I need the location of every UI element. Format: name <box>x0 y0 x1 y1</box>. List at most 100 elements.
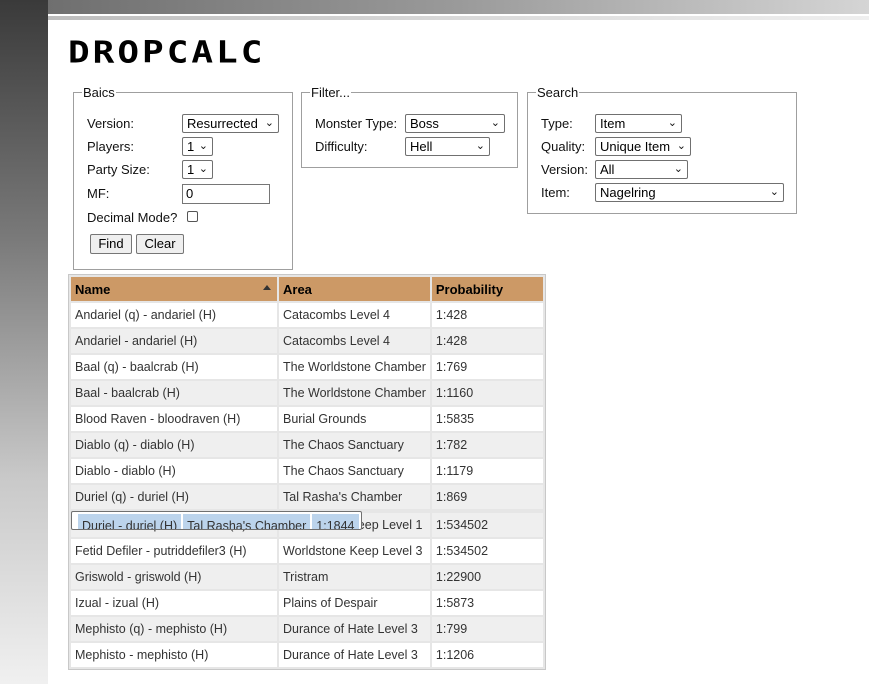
cell-probability: 1:428 <box>431 303 543 327</box>
decimal-mode-label: Decimal Mode? <box>87 210 178 225</box>
top-decor-line <box>48 16 869 20</box>
cell-area: The Worldstone Chamber <box>279 355 430 379</box>
search-version-label: Version: <box>541 162 588 177</box>
app-logo: DROPCALC <box>68 35 266 71</box>
chevron-down-icon: ⌄ <box>490 117 500 129</box>
column-header-area[interactable]: Area <box>279 277 430 301</box>
chevron-down-icon: ⌄ <box>769 186 779 198</box>
basics-legend: Baics <box>83 85 115 100</box>
quality-label: Quality: <box>541 139 586 154</box>
table-row[interactable]: Baal (q) - baalcrab (H) The Worldstone Ch… <box>71 355 543 379</box>
cell-area: The Chaos Sanctuary <box>279 459 430 483</box>
cell-probability: 1:869 <box>431 485 543 509</box>
item-label: Item: <box>541 185 570 200</box>
table-row[interactable]: Mephisto (q) - mephisto (H) Durance of Ha… <box>71 617 543 641</box>
column-header-name[interactable]: Name <box>71 277 277 301</box>
cell-name: Andariel (q) - andariel (H) <box>71 303 277 327</box>
cell-area: Durance of Hate Level 3 <box>279 617 430 641</box>
search-legend: Search <box>537 85 579 100</box>
cell-probability: 1:769 <box>431 355 543 379</box>
cell-probability: 1:534502 <box>431 513 543 537</box>
cell-probability: 1:534502 <box>431 539 543 563</box>
cell-name: Baal - baalcrab (H) <box>71 381 277 405</box>
type-label: Type: <box>541 116 573 131</box>
monster-type-select[interactable]: Boss ⌄ <box>405 114 505 133</box>
column-header-probability[interactable]: Probability <box>431 277 543 301</box>
clear-button[interactable]: Clear <box>136 234 184 254</box>
cell-probability: 1:1160 <box>431 381 543 405</box>
sort-ascending-icon <box>263 285 271 290</box>
players-label: Players: <box>87 139 134 154</box>
version-label: Version: <box>87 116 134 131</box>
table-row[interactable]: Duriel (q) - duriel (H) Tal Rasha's Chamb… <box>71 485 543 509</box>
item-select[interactable]: Nagelring ⌄ <box>595 183 784 202</box>
cell-area: Durance of Hate Level 3 <box>279 643 430 667</box>
chevron-down-icon: ⌄ <box>676 140 686 152</box>
table-row[interactable]: Griswold - griswold (H) Tristram 1:22900 <box>71 565 543 589</box>
table-header-row: Name Area Probability <box>71 277 543 301</box>
version-select[interactable]: Resurrected ⌄ <box>182 114 279 133</box>
cell-area: Tal Rasha's Chamber <box>183 514 311 529</box>
party-size-label: Party Size: <box>87 162 150 177</box>
cell-area: Plains of Despair <box>279 591 430 615</box>
cell-probability: 1:428 <box>431 329 543 353</box>
table-row[interactable]: Duriel - duriel (H) Tal Rasha's Chamber 1:… <box>71 511 362 530</box>
table-row[interactable]: Blood Raven - bloodraven (H) Burial Groun… <box>71 407 543 431</box>
chevron-down-icon: ⌄ <box>673 163 683 175</box>
players-select[interactable]: 1 ⌄ <box>182 137 213 156</box>
chevron-down-icon: ⌄ <box>475 140 485 152</box>
cell-probability: 1:799 <box>431 617 543 641</box>
top-decor-bar <box>48 0 869 14</box>
cell-area: The Chaos Sanctuary <box>279 433 430 457</box>
cell-probability: 1:5835 <box>431 407 543 431</box>
cell-name: Duriel - duriel (H) <box>78 514 182 529</box>
cell-area: The Worldstone Chamber <box>279 381 430 405</box>
chevron-down-icon: ⌄ <box>667 117 677 129</box>
table-row[interactable]: Diablo - diablo (H) The Chaos Sanctuary 1:… <box>71 459 543 483</box>
table-row[interactable]: Andariel (q) - andariel (H) Catacombs Lev… <box>71 303 543 327</box>
find-button[interactable]: Find <box>90 234 132 254</box>
table-row[interactable]: Izual - izual (H) Plains of Despair 1:5873 <box>71 591 543 615</box>
chevron-down-icon: ⌄ <box>198 140 208 152</box>
cell-name: Diablo (q) - diablo (H) <box>71 433 277 457</box>
table-row[interactable]: Mephisto - mephisto (H) Durance of Hate L… <box>71 643 543 667</box>
cell-name: Blood Raven - bloodraven (H) <box>71 407 277 431</box>
quality-select[interactable]: Unique Item ⌄ <box>595 137 691 156</box>
cell-name: Izual - izual (H) <box>71 591 277 615</box>
chevron-down-icon: ⌄ <box>198 163 208 175</box>
cell-name: Baal (q) - baalcrab (H) <box>71 355 277 379</box>
results-table: Name Area Probability Andariel (q) - and… <box>68 274 546 670</box>
filter-legend: Filter... <box>311 85 351 100</box>
cell-name: Duriel (q) - duriel (H) <box>71 485 277 509</box>
cell-name: Mephisto (q) - mephisto (H) <box>71 617 277 641</box>
cell-probability: 1:1206 <box>431 643 543 667</box>
difficulty-select[interactable]: Hell ⌄ <box>405 137 490 156</box>
type-select[interactable]: Item ⌄ <box>595 114 682 133</box>
cell-area: Tal Rasha's Chamber <box>279 485 430 509</box>
cell-probability: 1:5873 <box>431 591 543 615</box>
cell-area: Worldstone Keep Level 3 <box>279 539 430 563</box>
party-size-select[interactable]: 1 ⌄ <box>182 160 213 179</box>
table-row[interactable]: Baal - baalcrab (H) The Worldstone Chambe… <box>71 381 543 405</box>
table-row[interactable]: Andariel - andariel (H) Catacombs Level 4… <box>71 329 543 353</box>
cell-area: Catacombs Level 4 <box>279 303 430 327</box>
cell-area: Catacombs Level 4 <box>279 329 430 353</box>
cell-name: Andariel - andariel (H) <box>71 329 277 353</box>
left-decor-bar <box>0 0 48 684</box>
table-row[interactable]: Fetid Defiler - putriddefiler3 (H)Worlds… <box>71 539 543 563</box>
monster-type-label: Monster Type: <box>315 116 398 131</box>
difficulty-label: Difficulty: <box>315 139 368 154</box>
cell-probability: 1:22900 <box>431 565 543 589</box>
cell-name: Diablo - diablo (H) <box>71 459 277 483</box>
chevron-down-icon: ⌄ <box>264 117 274 129</box>
decimal-mode-checkbox[interactable] <box>187 211 198 222</box>
table-row[interactable]: Diablo (q) - diablo (H) The Chaos Sanctua… <box>71 433 543 457</box>
cell-probability: 1:782 <box>431 433 543 457</box>
mf-label: MF: <box>87 186 110 201</box>
search-version-select[interactable]: All ⌄ <box>595 160 688 179</box>
cell-name: Fetid Defiler - putriddefiler3 (H) <box>71 539 277 563</box>
cell-probability: 1:1179 <box>431 459 543 483</box>
cell-name: Mephisto - mephisto (H) <box>71 643 277 667</box>
mf-input[interactable]: 0 <box>182 184 270 204</box>
cell-area: Burial Grounds <box>279 407 430 431</box>
